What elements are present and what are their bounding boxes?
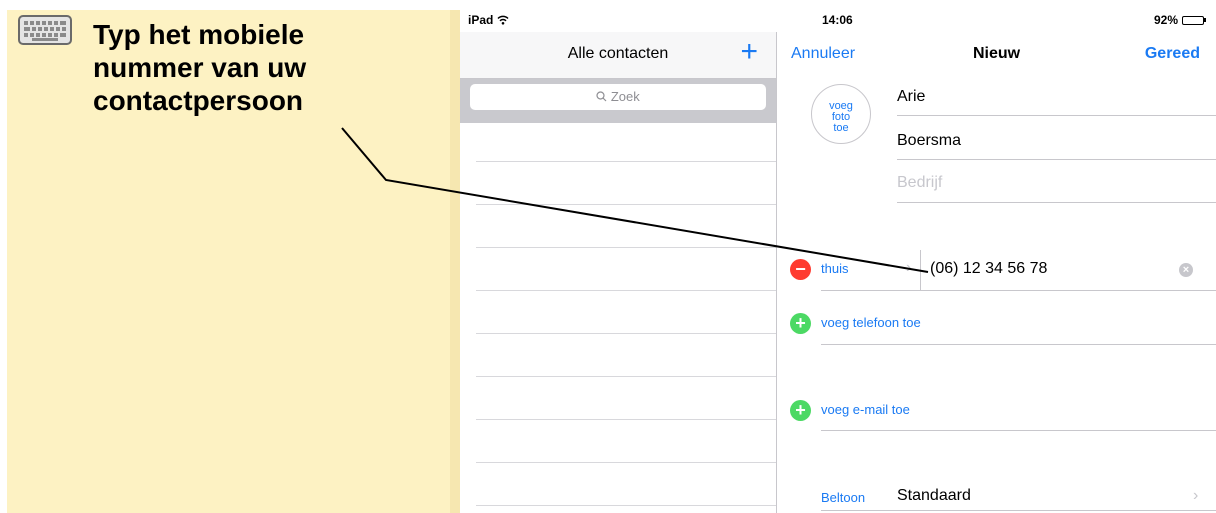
new-contact-pane: Annuleer Nieuw Gereed voeg foto toe Arie… [777,32,1216,513]
contacts-header: Alle contacten + [460,32,776,79]
instruction-line: nummer van uw [93,52,307,83]
add-phone-button[interactable]: voeg telefoon toe [821,315,921,330]
list-row-separator [476,161,776,162]
battery-icon [1182,15,1204,25]
list-row-separator [476,376,776,377]
divider [821,510,1216,511]
search-bar: Zoek [460,79,776,123]
instruction-line: contactpersoon [93,85,304,116]
add-photo-button[interactable]: voeg foto toe [811,84,871,144]
phone-number-field[interactable]: (06) 12 34 56 78 [930,260,1047,278]
battery-percent: 92% [1153,13,1178,27]
instruction-line: Typ het mobiele [93,19,305,50]
keyboard-icon [18,15,72,45]
list-row-separator [476,462,776,463]
list-row-separator [476,247,776,248]
divider [897,159,1216,160]
list-row-separator [476,333,776,334]
vertical-divider [920,250,921,290]
search-icon [596,91,607,102]
clear-icon[interactable]: × [1179,263,1193,277]
add-contact-button[interactable]: + [740,35,758,69]
status-bar: iPad 14:06 92% [460,10,1216,32]
chevron-right-icon: › [1193,487,1199,504]
contacts-title: Alle contacten [567,45,669,62]
ipad-screen: iPad 14:06 92% Alle contacten + Zoek Ann… [460,10,1216,513]
instruction-text: Typ het mobiele nummer van uw contactper… [93,18,393,117]
divider [821,344,1216,345]
wifi-icon [497,15,509,25]
add-email-button[interactable]: voeg e-mail toe [821,402,910,417]
plus-circle-icon[interactable]: + [790,313,811,334]
list-row-separator [476,419,776,420]
chevron-right-icon: › [906,259,912,276]
last-name-field[interactable]: Boersma [897,132,961,150]
carrier-text: iPad [468,13,494,27]
new-contact-header: Annuleer Nieuw Gereed [777,32,1216,78]
first-name-field[interactable]: Arie [897,88,925,106]
divider [821,430,1216,431]
carrier-label: iPad [468,13,509,27]
phone-label-button[interactable]: thuis [821,261,848,276]
list-row-separator [476,505,776,506]
list-row-separator [476,204,776,205]
done-button[interactable]: Gereed [1145,45,1200,63]
ringtone-label[interactable]: Beltoon [821,490,865,505]
search-placeholder: Zoek [610,89,640,104]
search-input[interactable]: Zoek [470,84,766,110]
company-field[interactable]: Bedrijf [897,174,942,192]
plus-circle-icon[interactable]: + [790,400,811,421]
minus-circle-icon[interactable]: − [790,259,811,280]
battery-status: 92% [1154,13,1206,27]
ringtone-value[interactable]: Standaard [897,487,971,505]
clock: 14:06 [822,13,853,27]
instruction-panel-edge [450,10,460,513]
contacts-pane: Alle contacten + Zoek [460,32,777,513]
contacts-list [460,123,776,513]
list-row-separator [476,290,776,291]
add-photo-label-line: toe [833,122,849,134]
divider [897,202,1216,203]
divider [821,290,1216,291]
divider [897,115,1216,116]
